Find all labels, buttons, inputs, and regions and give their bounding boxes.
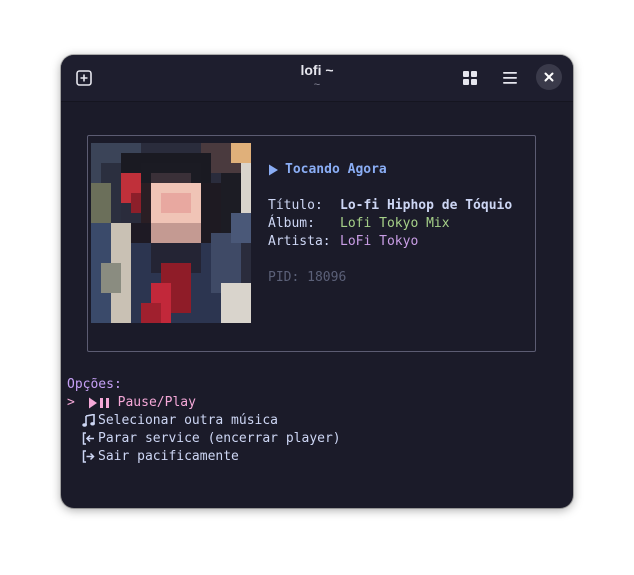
hamburger-menu-icon bbox=[502, 71, 518, 85]
now-playing-panel: Tocando Agora Título: Lo-fi Hiphop de Tóq… bbox=[87, 135, 536, 352]
album-name: Lofi Tokyo Mix bbox=[340, 216, 450, 231]
album-cover-image bbox=[91, 143, 251, 323]
now-playing-label: Tocando Agora bbox=[285, 162, 387, 177]
artist-name: LoFi Tokyo bbox=[340, 234, 419, 249]
options-header: Opções: bbox=[67, 377, 122, 392]
titlebar: lofi ~ ~ bbox=[61, 55, 573, 102]
menu-item-exit[interactable]: Sair pacificamente bbox=[82, 449, 239, 464]
artist-key: Artista: bbox=[268, 234, 331, 249]
terminal-window: lofi ~ ~ Tocando Agora Título: Lo-fi Hip… bbox=[61, 55, 573, 508]
menu-item-label: Selecionar outra música bbox=[98, 413, 279, 428]
album-key: Álbum: bbox=[268, 216, 315, 231]
exit-icon bbox=[82, 450, 95, 463]
menu-item-select-music[interactable]: Selecionar outra música bbox=[82, 413, 278, 428]
play-triangle-icon bbox=[268, 164, 279, 176]
play-pause-icon bbox=[88, 397, 112, 409]
menu-item-stop-service[interactable]: Parar service (encerrar player) bbox=[82, 431, 341, 446]
menu-item-label: Pause/Play bbox=[117, 395, 196, 410]
grid-view-button[interactable] bbox=[456, 64, 484, 92]
pid-text: PID: 18096 bbox=[268, 270, 347, 285]
music-note-icon bbox=[82, 414, 95, 427]
track-title: Lo-fi Hiphop de Tóquio bbox=[340, 198, 513, 213]
artist-row: Artista: LoFi Tokyo bbox=[268, 234, 418, 249]
close-icon bbox=[544, 72, 554, 82]
main-menu-button[interactable] bbox=[496, 64, 524, 92]
menu-item-pause-play[interactable]: > Pause/Play bbox=[67, 395, 196, 410]
close-button[interactable] bbox=[536, 64, 562, 90]
title-row: Título: Lo-fi Hiphop de Tóquio bbox=[268, 198, 512, 213]
menu-item-label: Sair pacificamente bbox=[98, 449, 239, 464]
menu-item-label: Parar service (encerrar player) bbox=[98, 431, 341, 446]
now-playing-header: Tocando Agora bbox=[268, 162, 387, 177]
album-row: Álbum: Lofi Tokyo Mix bbox=[268, 216, 450, 231]
title-key: Título: bbox=[268, 198, 323, 213]
menu-cursor: > bbox=[67, 395, 75, 410]
grid-icon bbox=[462, 70, 478, 86]
stop-service-icon bbox=[82, 432, 95, 445]
